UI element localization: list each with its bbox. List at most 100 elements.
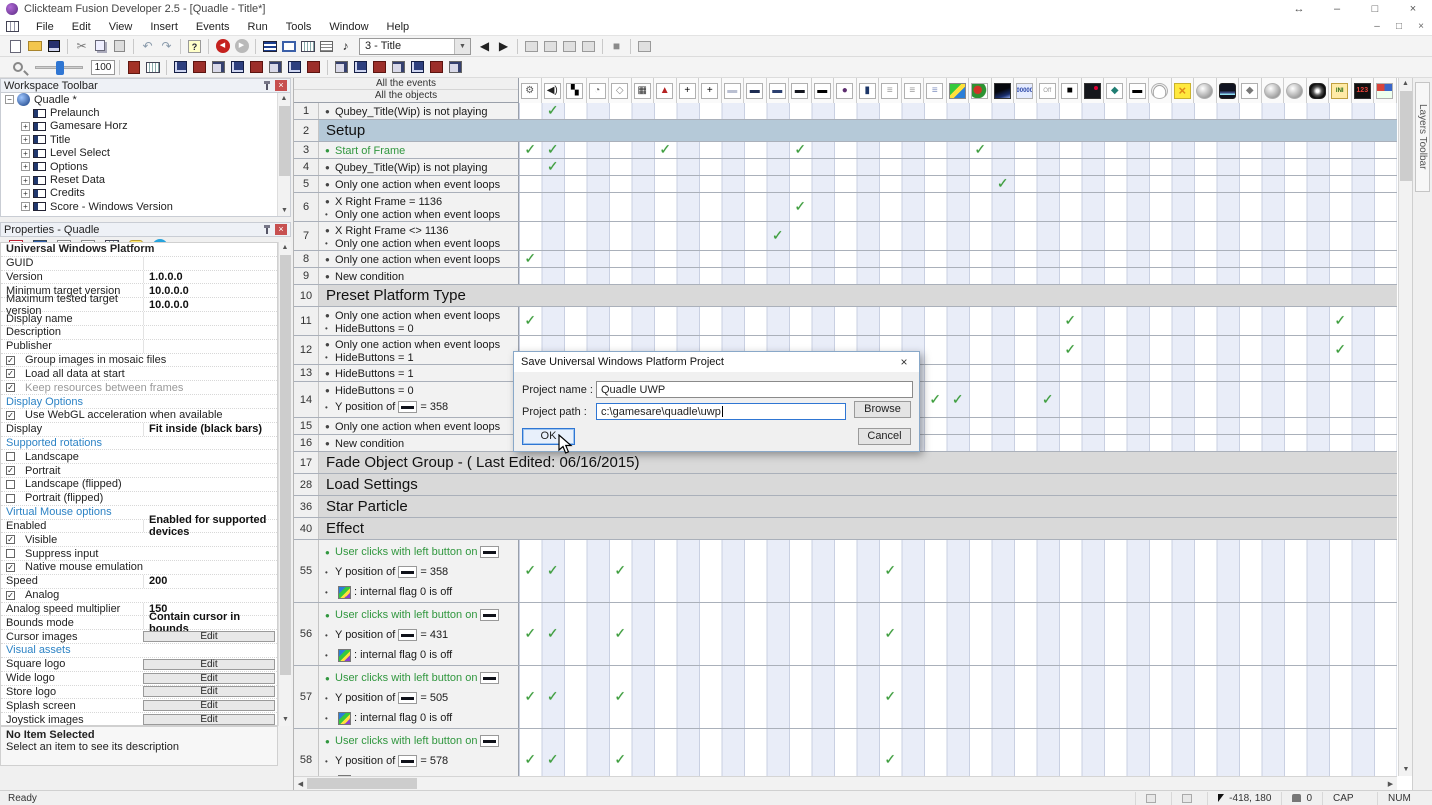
event-number[interactable]: 15 <box>294 418 319 434</box>
event-column-header[interactable]: × <box>1172 78 1195 103</box>
event-column-header[interactable]: ◇ <box>609 78 632 103</box>
action-check-icon[interactable]: ✓ <box>609 751 632 768</box>
event-tool-icon-1[interactable] <box>171 59 190 76</box>
event-number[interactable]: 13 <box>294 365 319 381</box>
action-check-icon[interactable]: ✓ <box>542 103 565 119</box>
event-grid-cells[interactable]: ✓✓✓✓ <box>519 540 1397 602</box>
event-grid-cells[interactable]: ✓ <box>519 176 1397 192</box>
checkbox[interactable] <box>6 452 15 461</box>
condition-line[interactable]: ●Qubey_Title(Wip) is not playing <box>325 161 518 174</box>
group-title[interactable]: Load Settings <box>319 474 1397 495</box>
checkbox[interactable] <box>6 480 15 489</box>
edit-button[interactable]: Edit <box>143 631 275 642</box>
close-icon[interactable]: × <box>275 224 287 235</box>
project-name-input[interactable]: Quadle UWP <box>596 381 913 398</box>
event-row[interactable]: 57●User clicks with left button on •Y po… <box>294 666 1397 729</box>
property-row[interactable]: Portrait (flipped) <box>1 492 277 506</box>
action-check-icon[interactable]: ✓ <box>879 751 902 768</box>
action-check-icon[interactable]: ✓ <box>609 562 632 579</box>
edit-button[interactable]: Edit <box>143 659 275 670</box>
condition-line[interactable]: • : internal flag 0 is off <box>325 645 518 665</box>
event-number[interactable]: 3 <box>294 142 319 158</box>
event-group-row[interactable]: 28Load Settings <box>294 474 1397 496</box>
zoom-slider[interactable] <box>35 66 83 69</box>
workspace-scrollbar[interactable]: ▲ ▼ <box>277 93 290 217</box>
event-column-header[interactable] <box>1374 78 1397 103</box>
event-group-row[interactable]: 36Star Particle <box>294 496 1397 518</box>
mdi-close-icon[interactable]: × <box>1410 19 1432 35</box>
tree-expand-icon[interactable]: + <box>21 189 30 198</box>
forward-icon[interactable]: ▶ <box>232 38 251 55</box>
event-column-header[interactable] <box>969 78 992 103</box>
action-check-icon[interactable]: ✓ <box>924 390 947 407</box>
event-column-header[interactable] <box>1284 78 1307 103</box>
event-grid-style-icon[interactable] <box>124 59 143 76</box>
close-icon[interactable]: × <box>889 355 919 369</box>
event-number[interactable]: 7 <box>294 222 319 250</box>
event-list-editor-icon[interactable] <box>317 38 336 55</box>
event-column-header[interactable]: ▬ <box>789 78 812 103</box>
menu-view[interactable]: View <box>100 19 142 35</box>
event-number[interactable]: 40 <box>294 518 319 539</box>
workspace-item-title[interactable]: +Title <box>1 133 290 146</box>
mdi-restore-icon[interactable]: □ <box>1388 19 1410 35</box>
event-editor-icon[interactable] <box>298 38 317 55</box>
condition-line[interactable]: ●User clicks with left button on <box>325 668 518 688</box>
event-column-header[interactable] <box>947 78 970 103</box>
checkbox-checked[interactable]: ✓ <box>6 356 15 365</box>
mdi-document-icon[interactable] <box>6 21 19 32</box>
tree-expand-icon[interactable]: + <box>21 135 30 144</box>
event-vertical-scrollbar[interactable]: ▲ ▼ <box>1398 78 1412 776</box>
workspace-item-credits[interactable]: +Credits <box>1 187 290 200</box>
action-check-icon[interactable]: ✓ <box>879 625 902 642</box>
event-number[interactable]: 5 <box>294 176 319 192</box>
event-row[interactable]: 55●User clicks with left button on •Y po… <box>294 540 1397 603</box>
event-number[interactable]: 4 <box>294 159 319 175</box>
action-check-icon[interactable]: ✓ <box>969 141 992 158</box>
event-number[interactable]: 28 <box>294 474 319 495</box>
event-grid-cells[interactable]: ✓✓✓✓ <box>519 603 1397 665</box>
run-application-icon[interactable] <box>522 38 541 55</box>
condition-line[interactable]: ●New condition <box>325 437 518 450</box>
action-check-icon[interactable]: ✓ <box>519 751 542 768</box>
checkbox-checked[interactable]: ✓ <box>6 591 15 600</box>
event-conditions[interactable]: ●User clicks with left button on •Y posi… <box>319 729 519 776</box>
event-conditions[interactable]: ●X Right Frame = 1136•Only one action wh… <box>319 193 519 221</box>
menu-file[interactable]: File <box>27 19 63 35</box>
event-tool-icon-13[interactable] <box>408 59 427 76</box>
menu-run[interactable]: Run <box>239 19 277 35</box>
event-column-header[interactable]: ◀) <box>542 78 565 103</box>
event-conditions[interactable]: ●User clicks with left button on •Y posi… <box>319 666 519 728</box>
action-check-icon[interactable]: ✓ <box>879 562 902 579</box>
event-column-header[interactable]: ▲ <box>654 78 677 103</box>
event-conditions[interactable]: ●X Right Frame <> 1136•Only one action w… <box>319 222 519 250</box>
checkbox-checked[interactable]: ✓ <box>6 411 15 420</box>
condition-line[interactable]: ●HideButtons = 1 <box>325 367 518 380</box>
tree-collapse-icon[interactable]: − <box>5 95 14 104</box>
action-check-icon[interactable]: ✓ <box>947 390 970 407</box>
event-column-header[interactable]: ≡ <box>924 78 947 103</box>
property-row[interactable]: Display name <box>1 312 277 326</box>
event-number[interactable]: 57 <box>294 666 319 728</box>
event-column-header[interactable]: INI <box>1329 78 1352 103</box>
event-number[interactable]: 8 <box>294 251 319 267</box>
action-check-icon[interactable]: ✓ <box>992 175 1015 192</box>
event-column-header[interactable]: ≡ <box>902 78 925 103</box>
mdi-minimize-icon[interactable]: – <box>1366 19 1388 35</box>
event-column-header[interactable]: ● <box>834 78 857 103</box>
browse-button[interactable]: Browse <box>854 401 911 418</box>
event-column-header[interactable]: ▬ <box>767 78 790 103</box>
event-conditions[interactable]: ●Only one action when event loops•HideBu… <box>319 336 519 364</box>
event-conditions[interactable]: ●User clicks with left button on •Y posi… <box>319 603 519 665</box>
redo-icon[interactable]: ↷ <box>157 38 176 55</box>
event-column-header[interactable]: ≡ <box>879 78 902 103</box>
action-check-icon[interactable]: ✓ <box>1059 312 1082 329</box>
condition-line[interactable]: ●User clicks with left button on <box>325 542 518 562</box>
event-column-header[interactable]: ⚙ <box>519 78 542 103</box>
pin-icon[interactable] <box>263 81 271 91</box>
sound-note-icon[interactable]: ♪ <box>336 38 355 55</box>
checkbox-checked[interactable]: ✓ <box>6 383 15 392</box>
property-group-header[interactable]: Display Options <box>1 395 277 409</box>
event-column-header[interactable]: ◔ <box>587 78 610 103</box>
zoom-level-input[interactable]: 100 <box>91 60 115 75</box>
